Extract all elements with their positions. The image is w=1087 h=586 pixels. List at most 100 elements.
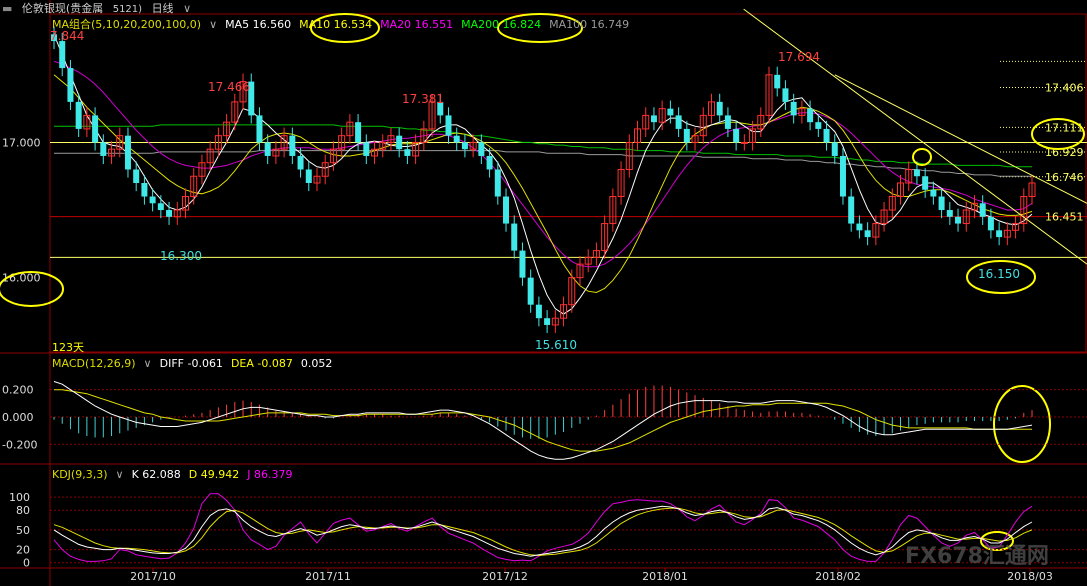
candle-body <box>946 210 953 217</box>
candle-body <box>807 108 814 123</box>
candle-body <box>297 155 304 170</box>
candle-body <box>938 196 945 211</box>
kdj-tick-label: 50 <box>16 524 30 537</box>
macd-legend-item: DEA -0.087 <box>230 357 293 370</box>
candle-body <box>823 128 830 143</box>
kdj-legend-item: D 49.942 <box>188 468 240 481</box>
candle-body <box>667 108 674 116</box>
candle-body <box>782 88 789 102</box>
level-label: 17.406 <box>1045 82 1084 95</box>
candle-body <box>355 122 362 143</box>
ma-legend-item: MA200 16.824 <box>461 18 542 31</box>
candle-body <box>494 169 501 197</box>
candle-body <box>149 196 156 204</box>
period-label[interactable]: 日线 <box>152 2 174 15</box>
candle-body <box>157 203 164 211</box>
candle-body <box>305 169 312 183</box>
price-annotation: 16.300 <box>160 249 202 263</box>
chevron-down-icon[interactable]: ∨ <box>209 18 217 31</box>
ma-legend-item: MA100 16.749 <box>549 18 630 31</box>
candle-body <box>256 115 263 143</box>
period-dropdown-icon[interactable]: ∨ <box>183 2 191 15</box>
candle-body <box>486 155 493 170</box>
candle-body <box>289 135 296 156</box>
candle-body <box>856 223 863 231</box>
macd-legend-item: 0.052 <box>300 357 333 370</box>
price-tick-label: 17.000 <box>2 136 41 149</box>
kdj-tick-label: 100 <box>9 491 30 504</box>
candle-body <box>774 74 781 89</box>
ma100-line <box>54 150 1032 177</box>
ma-legend-name[interactable]: MA组合(5,10,20,200,100,0) <box>52 18 201 31</box>
candle-body <box>544 318 551 325</box>
candle-body <box>75 101 82 129</box>
candle-body <box>535 304 542 319</box>
price-annotation: 17.466 <box>208 80 250 94</box>
candle-body <box>913 169 920 177</box>
kdj-tick-label: 20 <box>16 544 30 557</box>
kdj-d-line <box>53 507 1033 557</box>
macd-dea-line <box>54 389 1032 452</box>
level-label: 16.451 <box>1045 211 1084 224</box>
candle-body <box>92 115 99 143</box>
candle-body <box>724 115 731 129</box>
candle-body <box>987 216 994 231</box>
candle-body <box>527 277 534 305</box>
chevron-down-icon[interactable]: ∨ <box>144 357 152 370</box>
candle-body <box>141 183 148 197</box>
candle-body <box>124 135 131 170</box>
kdj-legend-name[interactable]: KDJ(9,3,3) <box>52 468 108 481</box>
instrument-code: 5121) <box>112 4 143 15</box>
watermark: FX678汇通网 <box>905 544 1049 569</box>
candle-body <box>461 142 468 150</box>
candle-body <box>740 141 748 144</box>
kdj-tick-label: 0 <box>23 557 30 570</box>
macd-legend-name[interactable]: MACD(12,26,9) <box>52 357 136 370</box>
candle-body <box>831 142 838 156</box>
level-label: 16.746 <box>1045 171 1084 184</box>
candle-body <box>264 142 271 156</box>
trend-line <box>743 8 1087 265</box>
kdj-legend-item: J 86.379 <box>247 468 293 481</box>
macd-legend-item: DIFF -0.061 <box>159 357 223 370</box>
candle-body <box>955 216 962 224</box>
macd-tick-label: -0.200 <box>2 438 37 451</box>
macd-legend: MACD(12,26,9) ∨ DIFF -0.061 DEA -0.087 0.052 <box>52 357 340 370</box>
kdj-legend-item: K 62.088 <box>131 468 181 481</box>
candle-body <box>100 142 107 156</box>
candle-body <box>815 122 822 129</box>
minimize-icon[interactable]: ▬ <box>2 2 12 15</box>
candle-body <box>979 203 986 217</box>
chevron-down-icon[interactable]: ∨ <box>116 468 124 481</box>
candle-body <box>733 128 740 143</box>
ma-legend: MA组合(5,10,20,200,100,0) ∨ MA5 16.560 MA10 1… <box>52 16 637 32</box>
candle-body <box>511 223 518 251</box>
candle-body <box>650 115 657 123</box>
candle-body <box>996 230 1003 238</box>
price-annotation: 16.150 <box>978 267 1020 281</box>
candle-body <box>683 128 690 143</box>
candlestick-chart: 17.00016.00017.40617.11116.92916.74616.4… <box>0 0 1087 586</box>
ma-legend-item: MA20 16.551 <box>380 18 454 31</box>
candle-body <box>396 135 403 150</box>
candle-body <box>930 189 937 197</box>
candle-body <box>166 210 173 217</box>
candle-body <box>133 169 140 183</box>
candle-body <box>59 41 66 69</box>
candle-body <box>716 101 723 116</box>
candle-body <box>864 230 871 238</box>
ma200-line <box>54 124 1032 168</box>
price-annotation: 17.381 <box>402 92 444 106</box>
macd-tick-label: 0.000 <box>2 411 34 424</box>
candle-body <box>675 115 682 129</box>
instrument-title: 伦敦银现(贵金属 <box>21 2 104 15</box>
chart-header: ▬ 伦敦银现(贵金属 5121) 日线 ∨ <box>2 0 197 15</box>
candle-body <box>404 149 411 156</box>
candle-body <box>363 142 370 156</box>
candle-body <box>478 142 485 156</box>
ma-legend-item: MA5 16.560 <box>225 18 292 31</box>
macd-tick-label: 0.200 <box>2 384 34 397</box>
candle-body <box>503 196 510 224</box>
candle-body <box>445 115 452 136</box>
kdj-tick-label: 80 <box>16 504 30 517</box>
